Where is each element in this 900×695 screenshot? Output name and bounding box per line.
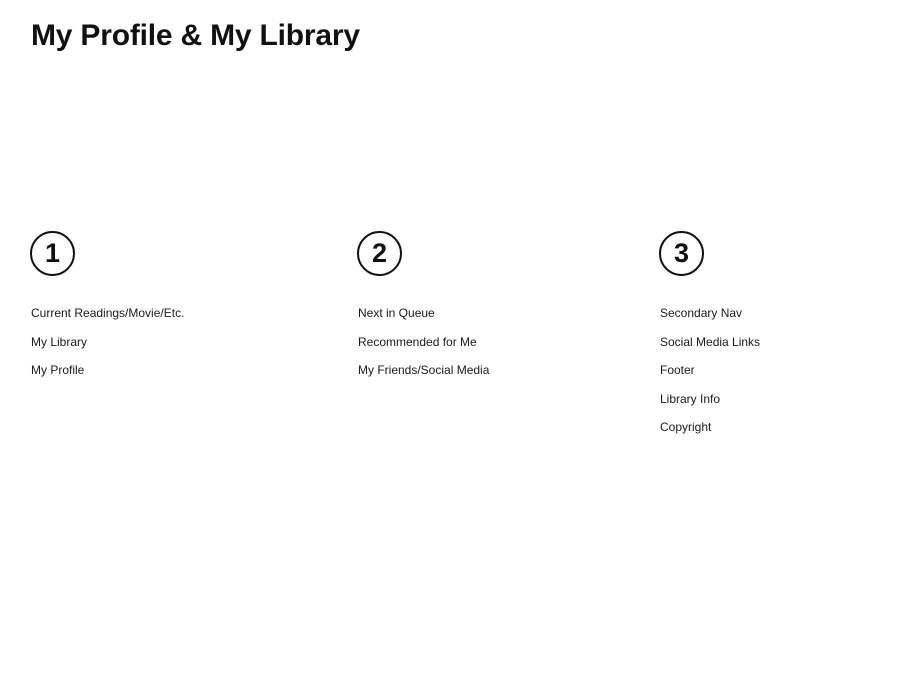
list-item: Social Media Links <box>660 334 761 349</box>
section-2: 2 Next in Queue Recommended for Me My Fr… <box>357 231 489 377</box>
section-number-badge: 1 <box>30 231 75 276</box>
list-item: My Library <box>31 334 88 349</box>
section-item-list: Current Readings/Movie/Etc. My Library M… <box>31 305 184 391</box>
page-title: My Profile & My Library <box>31 19 360 52</box>
section-1: 1 Current Readings/Movie/Etc. My Library… <box>30 231 184 377</box>
list-item: Next in Queue <box>358 306 435 320</box>
list-item: My Profile <box>31 363 85 377</box>
section-3: 3 Secondary Nav Social Media Links Foote… <box>659 231 760 434</box>
section-item-list: Next in Queue Recommended for Me My Frie… <box>358 305 489 391</box>
list-item: Recommended for Me <box>358 334 477 349</box>
list-item: Library Info <box>660 391 721 406</box>
section-number-badge: 3 <box>659 231 704 276</box>
section-number-badge: 2 <box>357 231 402 276</box>
list-item: Secondary Nav <box>660 306 743 320</box>
list-item: Current Readings/Movie/Etc. <box>31 306 185 320</box>
section-item-list: Secondary Nav Social Media Links Footer … <box>660 305 760 448</box>
list-item: My Friends/Social Media <box>358 363 490 377</box>
list-item: Copyright <box>660 420 712 434</box>
list-item: Footer <box>660 363 695 377</box>
